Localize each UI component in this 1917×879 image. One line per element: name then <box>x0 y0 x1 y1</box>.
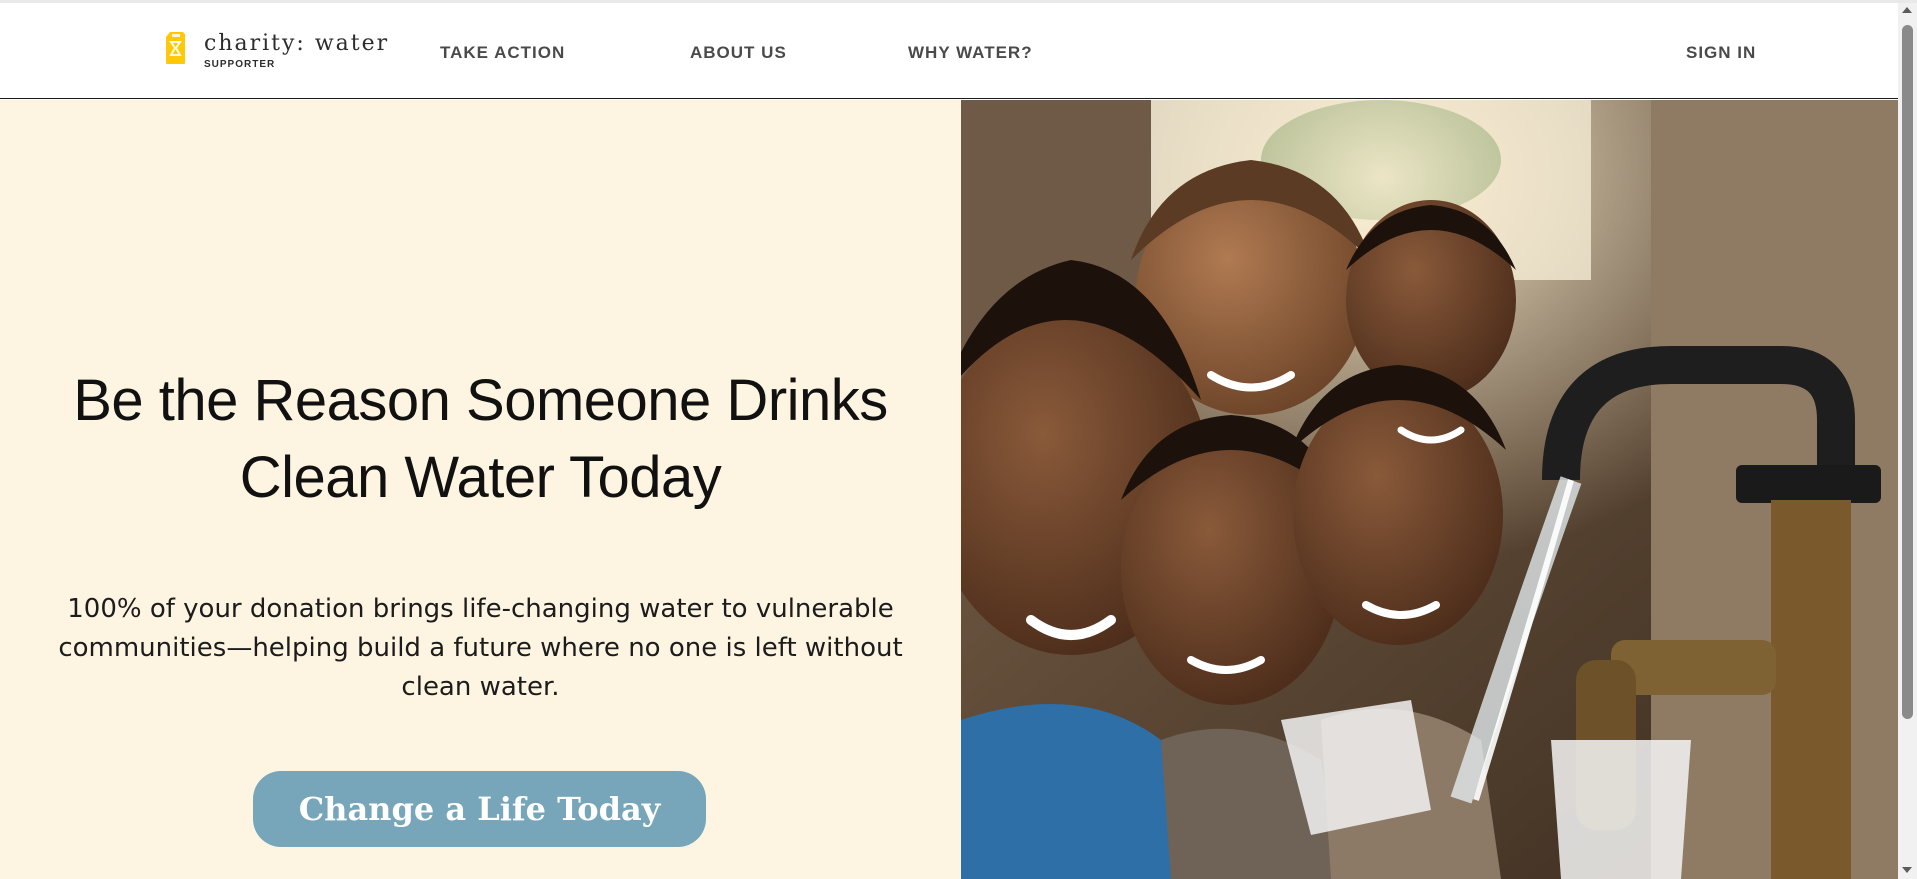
sign-in-link[interactable]: SIGN IN <box>1686 43 1756 63</box>
hero-subtitle-line-2: communities—helping build a future where… <box>58 633 903 663</box>
hero-title: Be the Reason Someone Drinks Clean Water… <box>0 362 961 516</box>
charity-water-logo[interactable]: charity: water SUPPORTER <box>163 31 389 70</box>
site-header: charity: water SUPPORTER TAKE ACTION ABO… <box>0 3 1898 99</box>
hero-subtitle-line-3: clean water. <box>401 672 560 702</box>
logo-subtitle: SUPPORTER <box>204 59 276 70</box>
hero-photo-children-drinking-water <box>961 100 1898 879</box>
hero-subtitle-line-1: 100% of your donation brings life-changi… <box>67 594 894 624</box>
hero-title-line-1: Be the Reason Someone Drinks <box>73 368 888 433</box>
nav-take-action[interactable]: TAKE ACTION <box>440 43 565 63</box>
scroll-up-icon[interactable] <box>1902 7 1912 13</box>
hero-subtitle: 100% of your donation brings life-changi… <box>20 590 941 707</box>
logo-wordmark: charity: water <box>204 31 390 56</box>
scroll-down-icon[interactable] <box>1902 867 1912 873</box>
scrollbar-thumb[interactable] <box>1902 25 1913 719</box>
nav-about-us[interactable]: ABOUT US <box>690 43 787 63</box>
nav-why-water[interactable]: WHY WATER? <box>908 43 1033 63</box>
hero-title-line-2: Clean Water Today <box>239 445 722 510</box>
hero-text-panel: Be the Reason Someone Drinks Clean Water… <box>0 100 961 879</box>
page-scrollbar[interactable] <box>1898 3 1917 879</box>
change-a-life-button[interactable]: Change a Life Today <box>253 771 706 847</box>
jerrycan-icon <box>163 31 188 65</box>
